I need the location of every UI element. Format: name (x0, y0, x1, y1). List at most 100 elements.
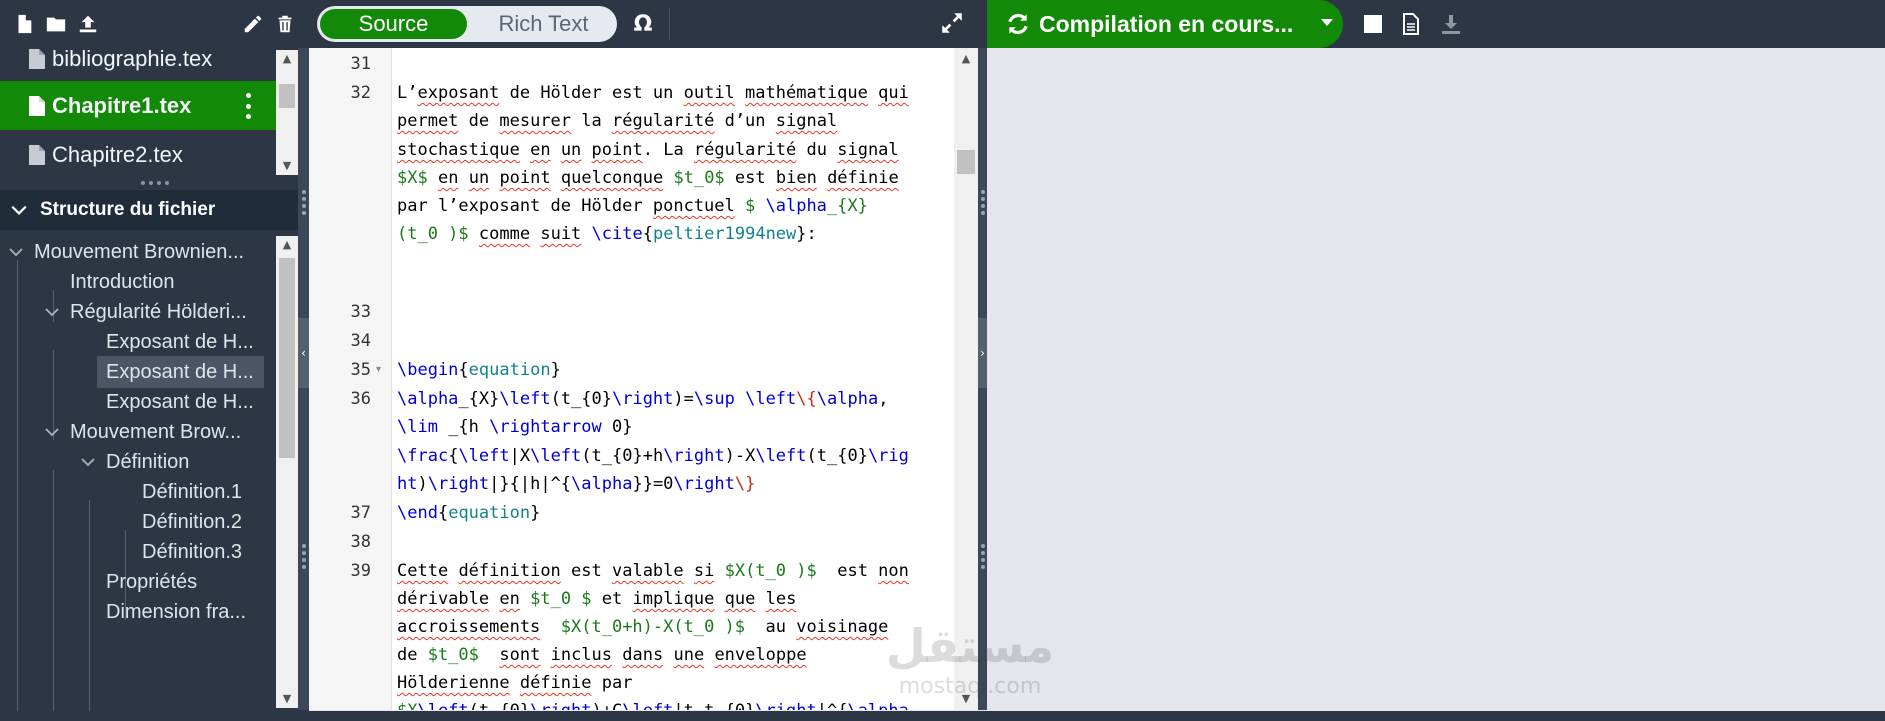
delete-icon[interactable] (269, 8, 301, 40)
line-number: 36 (350, 389, 371, 409)
file-icon (29, 48, 45, 69)
code-line: de $t_0$ sont inclus dans une enveloppe (397, 645, 807, 665)
fold-arrow-icon[interactable]: ▾ (376, 356, 388, 384)
code-line: Cette définition est valable si $X(t_0 )… (397, 561, 909, 581)
outline-title: Structure du fichier (40, 199, 216, 220)
symbol-palette-button[interactable]: Ω (627, 8, 659, 40)
richtext-mode-button[interactable]: Rich Text (470, 6, 617, 42)
editor-mode-toggle: Source Rich Text (317, 6, 617, 42)
scroll-down-icon[interactable]: ▼ (276, 157, 298, 175)
outline-item[interactable]: Introduction (70, 266, 175, 298)
outline-item[interactable]: Régularité Hölderi... (44, 296, 247, 328)
rename-icon[interactable] (237, 8, 269, 40)
left-panel: bibliographie.tex Chapitre1.tex Chapitre… (0, 0, 309, 711)
code-line: \end{equation} (397, 503, 541, 523)
scrollbar-thumb[interactable] (279, 84, 295, 108)
outline-item[interactable]: Dimension fra... (106, 596, 246, 628)
code-line: stochastique en un point. La régularité … (397, 140, 899, 160)
outline-item[interactable]: Exposant de H... (97, 356, 264, 388)
pdf-preview-area (987, 48, 1885, 710)
code-line: \lim _{h \rightarrow 0} (397, 417, 633, 437)
compile-label: Compilation en cours... (1039, 10, 1294, 37)
file-item-chapitre1[interactable]: Chapitre1.tex (0, 81, 298, 130)
file-name: Chapitre2.tex (52, 141, 183, 167)
scroll-up-icon[interactable]: ▲ (954, 50, 978, 68)
code-line: \alpha_{X}\left(t_{0}\right)=\sup \left\… (397, 389, 889, 409)
outline-item[interactable]: Définition.3 (142, 536, 242, 568)
chevron-down-icon (11, 205, 27, 215)
right-pane-resizer[interactable]: › (978, 48, 987, 710)
outline-item[interactable]: Définition.2 (142, 506, 242, 538)
collapse-right-icon[interactable]: › (978, 318, 987, 388)
scrollbar-thumb[interactable] (279, 258, 295, 458)
code-line: par l’exposant de Hölder ponctuel $ \alp… (397, 196, 868, 216)
chevron-down-icon (45, 308, 59, 317)
left-pane-resizer[interactable]: ‹ (298, 48, 309, 710)
line-number: 38 (350, 532, 371, 552)
code-line: $X$ en un point quelconque $t_0$ est bie… (397, 168, 899, 188)
code-line: (t_0 )$ comme suit \cite{peltier1994new}… (397, 224, 817, 244)
line-number: 33 (350, 302, 371, 322)
compile-button[interactable]: Compilation en cours... (987, 0, 1343, 48)
code-line: accroissements $X(t_0+h)-X(t_0 )$ au voi… (397, 617, 889, 637)
code-line: dérivable en $t_0 $ et implique que les (397, 589, 797, 609)
file-tree-scrollbar[interactable]: ▲ ▼ (276, 50, 298, 175)
scroll-up-icon[interactable]: ▲ (276, 236, 298, 254)
scroll-up-icon[interactable]: ▲ (276, 50, 298, 68)
file-name: Chapitre1.tex (52, 92, 192, 118)
status-bar (0, 711, 1885, 721)
line-number: 39 (350, 561, 371, 581)
stop-icon[interactable] (1361, 12, 1385, 36)
overleaf-editor-window: bibliographie.tex Chapitre1.tex Chapitre… (0, 0, 1885, 721)
file-toolbar (0, 0, 309, 48)
code-line: \frac{\left|X\left(t_{0}+h\right)-X\left… (397, 446, 909, 466)
code-line: $X\left(t_{0}\right)+C\left|t-t_{0}\righ… (397, 697, 909, 710)
file-icon (29, 95, 45, 116)
upload-icon[interactable] (72, 8, 104, 40)
source-mode-button[interactable]: Source (320, 9, 467, 39)
expand-icon[interactable] (939, 10, 967, 38)
download-icon[interactable] (1439, 12, 1463, 36)
new-file-icon[interactable] (8, 8, 40, 40)
line-number: 32 (350, 83, 371, 103)
file-item-bibliographie[interactable]: bibliographie.tex (0, 48, 298, 83)
file-tree: bibliographie.tex Chapitre1.tex Chapitre… (0, 48, 298, 178)
file-item-chapitre2[interactable]: Chapitre2.tex (0, 130, 298, 178)
outline-item[interactable]: Exposant de H... (106, 326, 254, 358)
chevron-down-icon (81, 458, 95, 467)
line-number: 35 (350, 360, 371, 380)
code-line: permet de mesurer la régularité d’un sig… (397, 111, 838, 131)
outline-item[interactable]: Mouvement Brow... (44, 416, 241, 448)
code-line: ht)\right|}{|h|^{\alpha}}=0\right\} (397, 474, 756, 494)
panel-split-handle[interactable] (0, 178, 309, 188)
outline-header[interactable]: Structure du fichier (0, 190, 301, 230)
outline-item[interactable]: Définition.1 (142, 476, 242, 508)
scroll-down-icon[interactable]: ▼ (954, 690, 978, 708)
editor-toolbar: Source Rich Text Ω (309, 0, 987, 48)
chevron-down-icon (45, 428, 59, 437)
chevron-down-icon (9, 248, 23, 257)
pdf-toolbar: Compilation en cours... (987, 0, 1885, 48)
line-number: 31 (350, 54, 371, 74)
code-line: \begin{equation} (397, 360, 561, 380)
line-number-gutter: 31 32 33 34 35 ▾ 36 37 38 39 (309, 48, 392, 710)
file-icon (29, 144, 45, 165)
file-menu-icon[interactable] (244, 93, 252, 119)
editor-scrollbar[interactable]: ▲ ▼ (954, 48, 978, 710)
outline-item[interactable]: Définition (80, 446, 189, 478)
code-line: L’exposant de Hölder est un outil mathém… (397, 83, 909, 103)
chevron-down-icon[interactable] (1321, 19, 1333, 26)
code-content[interactable]: L’exposant de Hölder est un outil mathém… (397, 48, 957, 710)
outline-item[interactable]: Exposant de H... (106, 386, 254, 418)
scrollbar-thumb[interactable] (957, 150, 975, 174)
outline-item[interactable]: Propriétés (106, 566, 197, 598)
scroll-down-icon[interactable]: ▼ (276, 690, 298, 708)
file-name: bibliographie.tex (52, 48, 213, 71)
new-folder-icon[interactable] (40, 8, 72, 40)
outline-item[interactable]: Mouvement Brownien... (8, 236, 270, 268)
collapse-left-icon[interactable]: ‹ (298, 318, 309, 388)
line-number: 34 (350, 331, 371, 351)
code-editor[interactable]: 31 32 33 34 35 ▾ 36 37 38 39 L’exposant … (309, 48, 978, 710)
outline-scrollbar[interactable]: ▲ ▼ (276, 236, 298, 708)
document-icon[interactable] (1399, 12, 1423, 36)
